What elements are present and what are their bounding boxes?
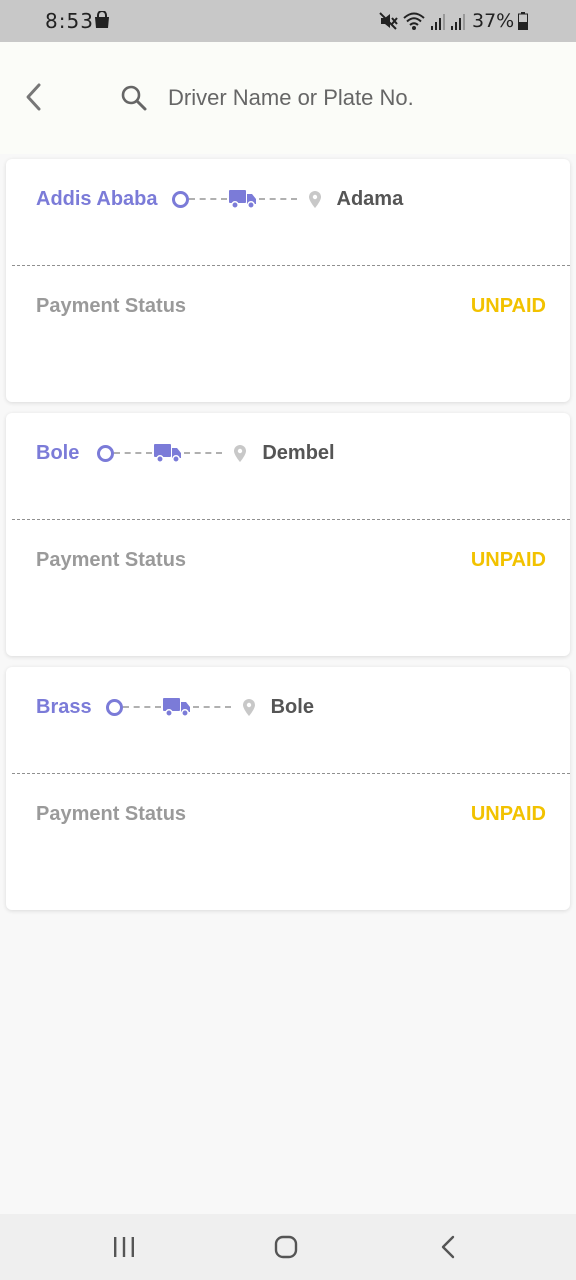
nav-back-button[interactable] <box>428 1232 468 1262</box>
recent-apps-button[interactable] <box>104 1232 144 1262</box>
card-divider <box>12 265 570 266</box>
navigation-bar <box>0 1214 576 1280</box>
wifi-icon <box>403 12 425 30</box>
status-icons: 37% <box>378 10 529 32</box>
home-button[interactable] <box>266 1232 306 1262</box>
trip-card[interactable]: Bole Dembel Payment Status UNPAID <box>6 413 570 656</box>
origin-label: Addis Ababa <box>36 187 158 210</box>
origin-label: Bole <box>36 441 80 464</box>
route-graphic <box>171 188 321 210</box>
signal-icon <box>451 14 465 30</box>
location-pin-icon <box>242 698 255 716</box>
route-row: Bole Dembel <box>36 439 335 467</box>
status-bar: 8:53 37% <box>0 0 576 42</box>
payment-status-value: UNPAID <box>470 549 546 571</box>
route-graphic <box>105 696 255 718</box>
search-icon <box>121 85 147 111</box>
search-header <box>0 42 576 154</box>
payment-status-label: Payment Status <box>36 803 187 825</box>
card-divider <box>12 519 570 520</box>
route-dash <box>188 198 227 200</box>
mute-icon <box>379 12 398 30</box>
origin-circle-icon <box>171 190 189 208</box>
recent-apps-icon <box>114 1237 134 1257</box>
shopping-bag-icon <box>95 11 109 28</box>
route-dash <box>184 452 223 454</box>
route-dash <box>114 452 153 454</box>
truck-icon <box>154 444 182 463</box>
origin-circle-icon <box>105 698 123 716</box>
payment-status-value: UNPAID <box>470 803 546 825</box>
location-pin-icon <box>308 190 321 208</box>
payment-status-label: Payment Status <box>36 549 187 571</box>
origin-circle-icon <box>97 444 115 462</box>
battery-percent: 37% <box>472 10 515 32</box>
payment-status-value: UNPAID <box>470 295 546 317</box>
destination-label: Bole <box>270 695 314 718</box>
trip-card[interactable]: Addis Ababa Adama Payment Status UNPAID <box>6 159 570 402</box>
home-icon <box>274 1235 298 1259</box>
back-button[interactable] <box>16 80 50 114</box>
route-dash <box>122 706 161 708</box>
payment-status-label: Payment Status <box>36 295 187 317</box>
truck-icon <box>162 698 190 717</box>
card-divider <box>12 773 570 774</box>
route-row: Addis Ababa Adama <box>36 185 403 213</box>
origin-label: Brass <box>36 695 92 718</box>
location-pin-icon <box>234 444 247 462</box>
battery-icon <box>518 12 529 30</box>
chevron-left-icon <box>26 83 41 111</box>
back-icon <box>441 1235 455 1259</box>
route-row: Brass Bole <box>36 693 314 721</box>
trip-card[interactable]: Brass Bole Payment Status UNPAID <box>6 667 570 910</box>
destination-label: Adama <box>336 187 404 210</box>
destination-label: Dembel <box>262 441 335 464</box>
route-dash <box>192 706 231 708</box>
route-graphic <box>97 442 247 464</box>
truck-icon <box>228 190 256 209</box>
status-time: 8:53 <box>45 9 94 33</box>
search-input[interactable] <box>168 78 548 118</box>
route-dash <box>258 198 297 200</box>
signal-icon <box>431 14 445 30</box>
